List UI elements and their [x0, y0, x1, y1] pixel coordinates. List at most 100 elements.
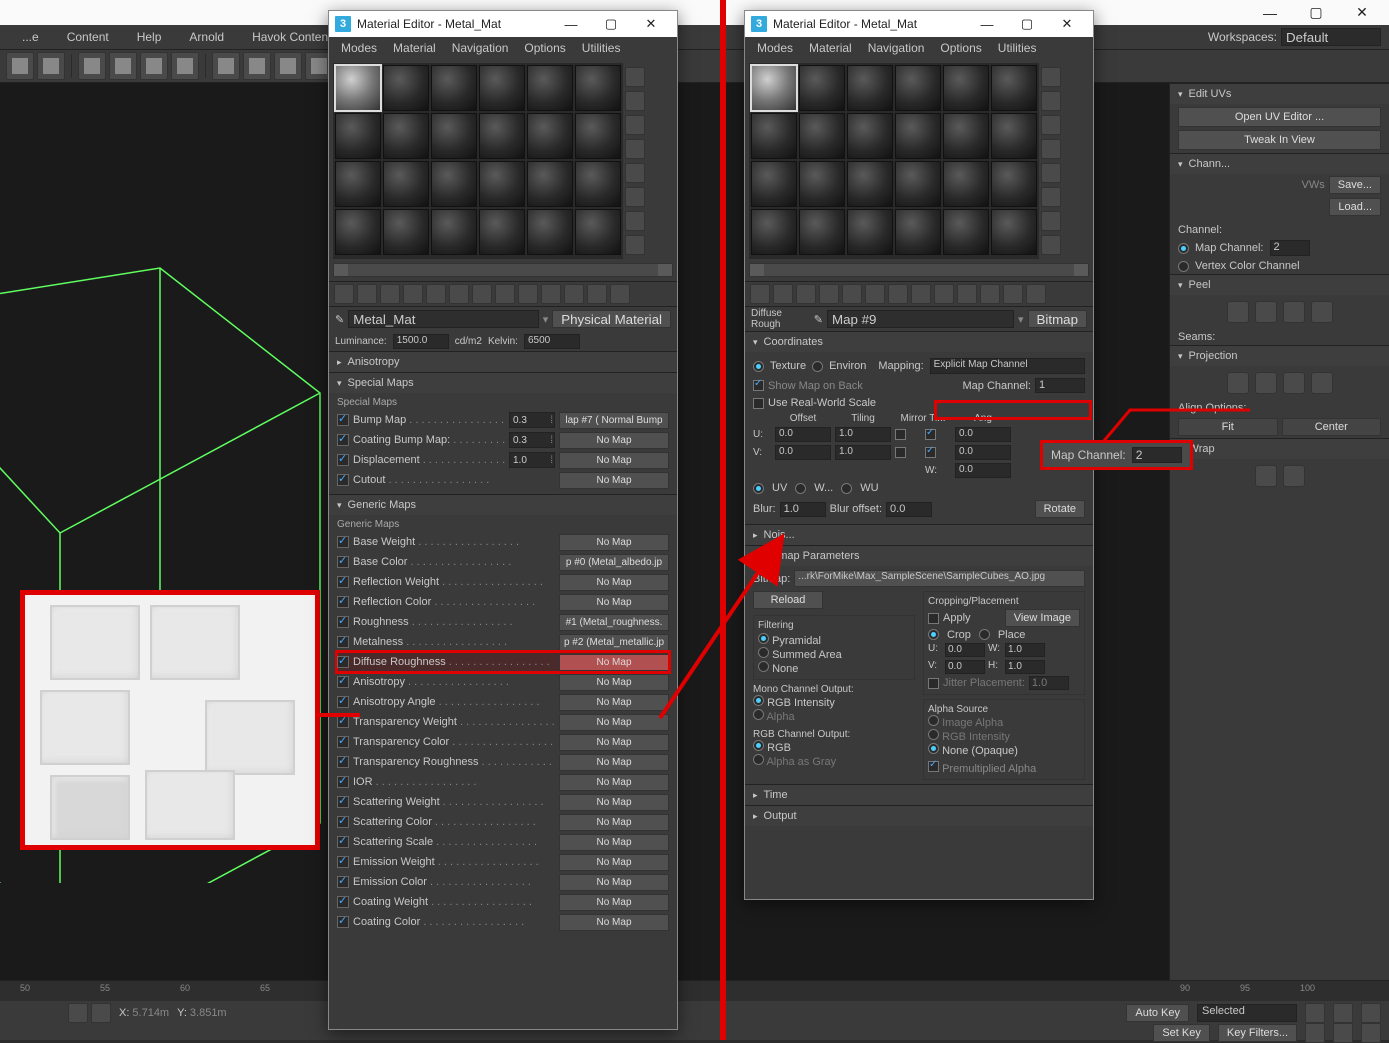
- toolbar-button[interactable]: [212, 52, 240, 80]
- map-enable-checkbox[interactable]: [337, 636, 349, 648]
- map-amount-spinner[interactable]: 1.0: [509, 452, 555, 468]
- nav-icon[interactable]: [1333, 1023, 1353, 1043]
- material-slot[interactable]: [383, 65, 429, 111]
- u-offset[interactable]: 0.0: [775, 427, 831, 442]
- side-tool[interactable]: [1041, 139, 1061, 159]
- material-slot[interactable]: [575, 209, 621, 255]
- menu-navigation[interactable]: Navigation: [862, 41, 931, 55]
- rollout-output[interactable]: Output: [745, 806, 1093, 826]
- workspaces-dropdown[interactable]: [1281, 28, 1381, 46]
- view-image-button[interactable]: View Image: [1005, 609, 1080, 627]
- map-enable-checkbox[interactable]: [337, 616, 349, 628]
- toolbar-button[interactable]: [819, 284, 839, 304]
- maximize-button[interactable]: ▢: [591, 16, 631, 32]
- jitter-checkbox[interactable]: [928, 678, 939, 689]
- minimize-button[interactable]: —: [1247, 0, 1293, 25]
- u-tile[interactable]: [925, 429, 936, 440]
- toolbar-button[interactable]: [109, 52, 137, 80]
- crop-w[interactable]: 1.0: [1005, 643, 1045, 657]
- rotate-button[interactable]: Rotate: [1035, 500, 1085, 518]
- wu-radio[interactable]: [841, 483, 852, 494]
- material-slot[interactable]: [479, 161, 525, 207]
- toolbar-button[interactable]: [911, 284, 931, 304]
- side-tool[interactable]: [1041, 163, 1061, 183]
- crop-u[interactable]: 0.0: [945, 643, 985, 657]
- auto-key-button[interactable]: Auto Key: [1126, 1004, 1189, 1022]
- map-button[interactable]: p #0 (Metal_albedo.jp: [559, 554, 669, 571]
- side-tool[interactable]: [625, 235, 645, 255]
- rollout-generic-maps[interactable]: Generic Maps: [329, 495, 677, 515]
- side-tool[interactable]: [625, 187, 645, 207]
- close-button[interactable]: ✕: [1339, 0, 1385, 25]
- vertex-color-radio[interactable]: [1178, 261, 1189, 272]
- peel-icon[interactable]: [1227, 301, 1249, 323]
- material-slot[interactable]: [431, 65, 477, 111]
- toolbar-button[interactable]: [888, 284, 908, 304]
- map-button[interactable]: No Map: [559, 574, 669, 591]
- blur-spinner[interactable]: 1.0: [780, 502, 826, 517]
- nav-icon[interactable]: [1333, 1003, 1353, 1023]
- show-map-back-checkbox[interactable]: [753, 380, 764, 391]
- v-angle[interactable]: 0.0: [955, 445, 1011, 460]
- toolbar-button[interactable]: [796, 284, 816, 304]
- material-slot[interactable]: [895, 209, 941, 255]
- v-offset[interactable]: 0.0: [775, 445, 831, 460]
- center-button[interactable]: Center: [1282, 418, 1382, 436]
- toolbar-button[interactable]: [980, 284, 1000, 304]
- open-uv-editor-button[interactable]: Open UV Editor ...: [1178, 107, 1381, 127]
- rollout-time[interactable]: Time: [745, 785, 1093, 805]
- rollout-peel[interactable]: Peel: [1170, 275, 1389, 295]
- map-enable-checkbox[interactable]: [337, 454, 349, 466]
- material-editor-titlebar[interactable]: Material Editor - Metal_Mat — ▢ ✕: [745, 11, 1093, 37]
- peel-icon[interactable]: [1311, 301, 1333, 323]
- map-enable-checkbox[interactable]: [337, 414, 349, 426]
- rgb-radio[interactable]: [753, 740, 764, 751]
- crop-v[interactable]: 0.0: [945, 660, 985, 674]
- material-slot[interactable]: [575, 161, 621, 207]
- key-filters-button[interactable]: Key Filters...: [1218, 1024, 1297, 1042]
- alpha-gray-radio[interactable]: [753, 754, 764, 765]
- v-mirror[interactable]: [895, 447, 906, 458]
- map-button[interactable]: No Map: [559, 834, 669, 851]
- map-amount-spinner[interactable]: 0.3: [509, 432, 555, 448]
- material-slot[interactable]: [991, 209, 1037, 255]
- alpha-radio[interactable]: [753, 709, 764, 720]
- toolbar-button[interactable]: [380, 284, 400, 304]
- material-slot[interactable]: [799, 113, 845, 159]
- map-enable-checkbox[interactable]: [337, 474, 349, 486]
- sphere-proj-icon[interactable]: [1283, 372, 1305, 394]
- side-tool[interactable]: [625, 163, 645, 183]
- material-slot[interactable]: [847, 65, 893, 111]
- material-slot[interactable]: [943, 65, 989, 111]
- slot-scrollbar[interactable]: [749, 263, 1089, 277]
- map-name-field[interactable]: [827, 310, 1014, 328]
- map-amount-spinner[interactable]: 0.3: [509, 412, 555, 428]
- map-button[interactable]: No Map: [559, 534, 669, 551]
- menu-item[interactable]: Content: [53, 30, 123, 44]
- rollout-anisotropy[interactable]: Anisotropy: [329, 352, 677, 372]
- map-channel-spinner[interactable]: 1: [1035, 378, 1085, 393]
- material-slot[interactable]: [751, 161, 797, 207]
- toolbar-button[interactable]: [334, 284, 354, 304]
- material-slot[interactable]: [991, 65, 1037, 111]
- material-slot[interactable]: [799, 161, 845, 207]
- map-button[interactable]: #1 (Metal_roughness.: [559, 614, 669, 631]
- map-type-button[interactable]: Bitmap: [1028, 310, 1087, 328]
- material-slot[interactable]: [479, 65, 525, 111]
- rollout-coordinates[interactable]: Coordinates: [745, 332, 1093, 352]
- map-button[interactable]: No Map: [559, 754, 669, 771]
- menu-options[interactable]: Options: [518, 41, 571, 55]
- material-slot[interactable]: [335, 65, 381, 111]
- side-tool[interactable]: [1041, 187, 1061, 207]
- maximize-button[interactable]: ▢: [1293, 0, 1339, 25]
- material-slot[interactable]: [527, 209, 573, 255]
- map-enable-checkbox[interactable]: [337, 536, 349, 548]
- menu-material[interactable]: Material: [387, 41, 442, 55]
- material-slot[interactable]: [527, 65, 573, 111]
- map-button[interactable]: No Map: [559, 594, 669, 611]
- map-enable-checkbox[interactable]: [337, 776, 349, 788]
- map-button[interactable]: No Map: [559, 654, 669, 671]
- material-slot[interactable]: [751, 209, 797, 255]
- load-button[interactable]: Load...: [1329, 198, 1381, 216]
- side-tool[interactable]: [625, 139, 645, 159]
